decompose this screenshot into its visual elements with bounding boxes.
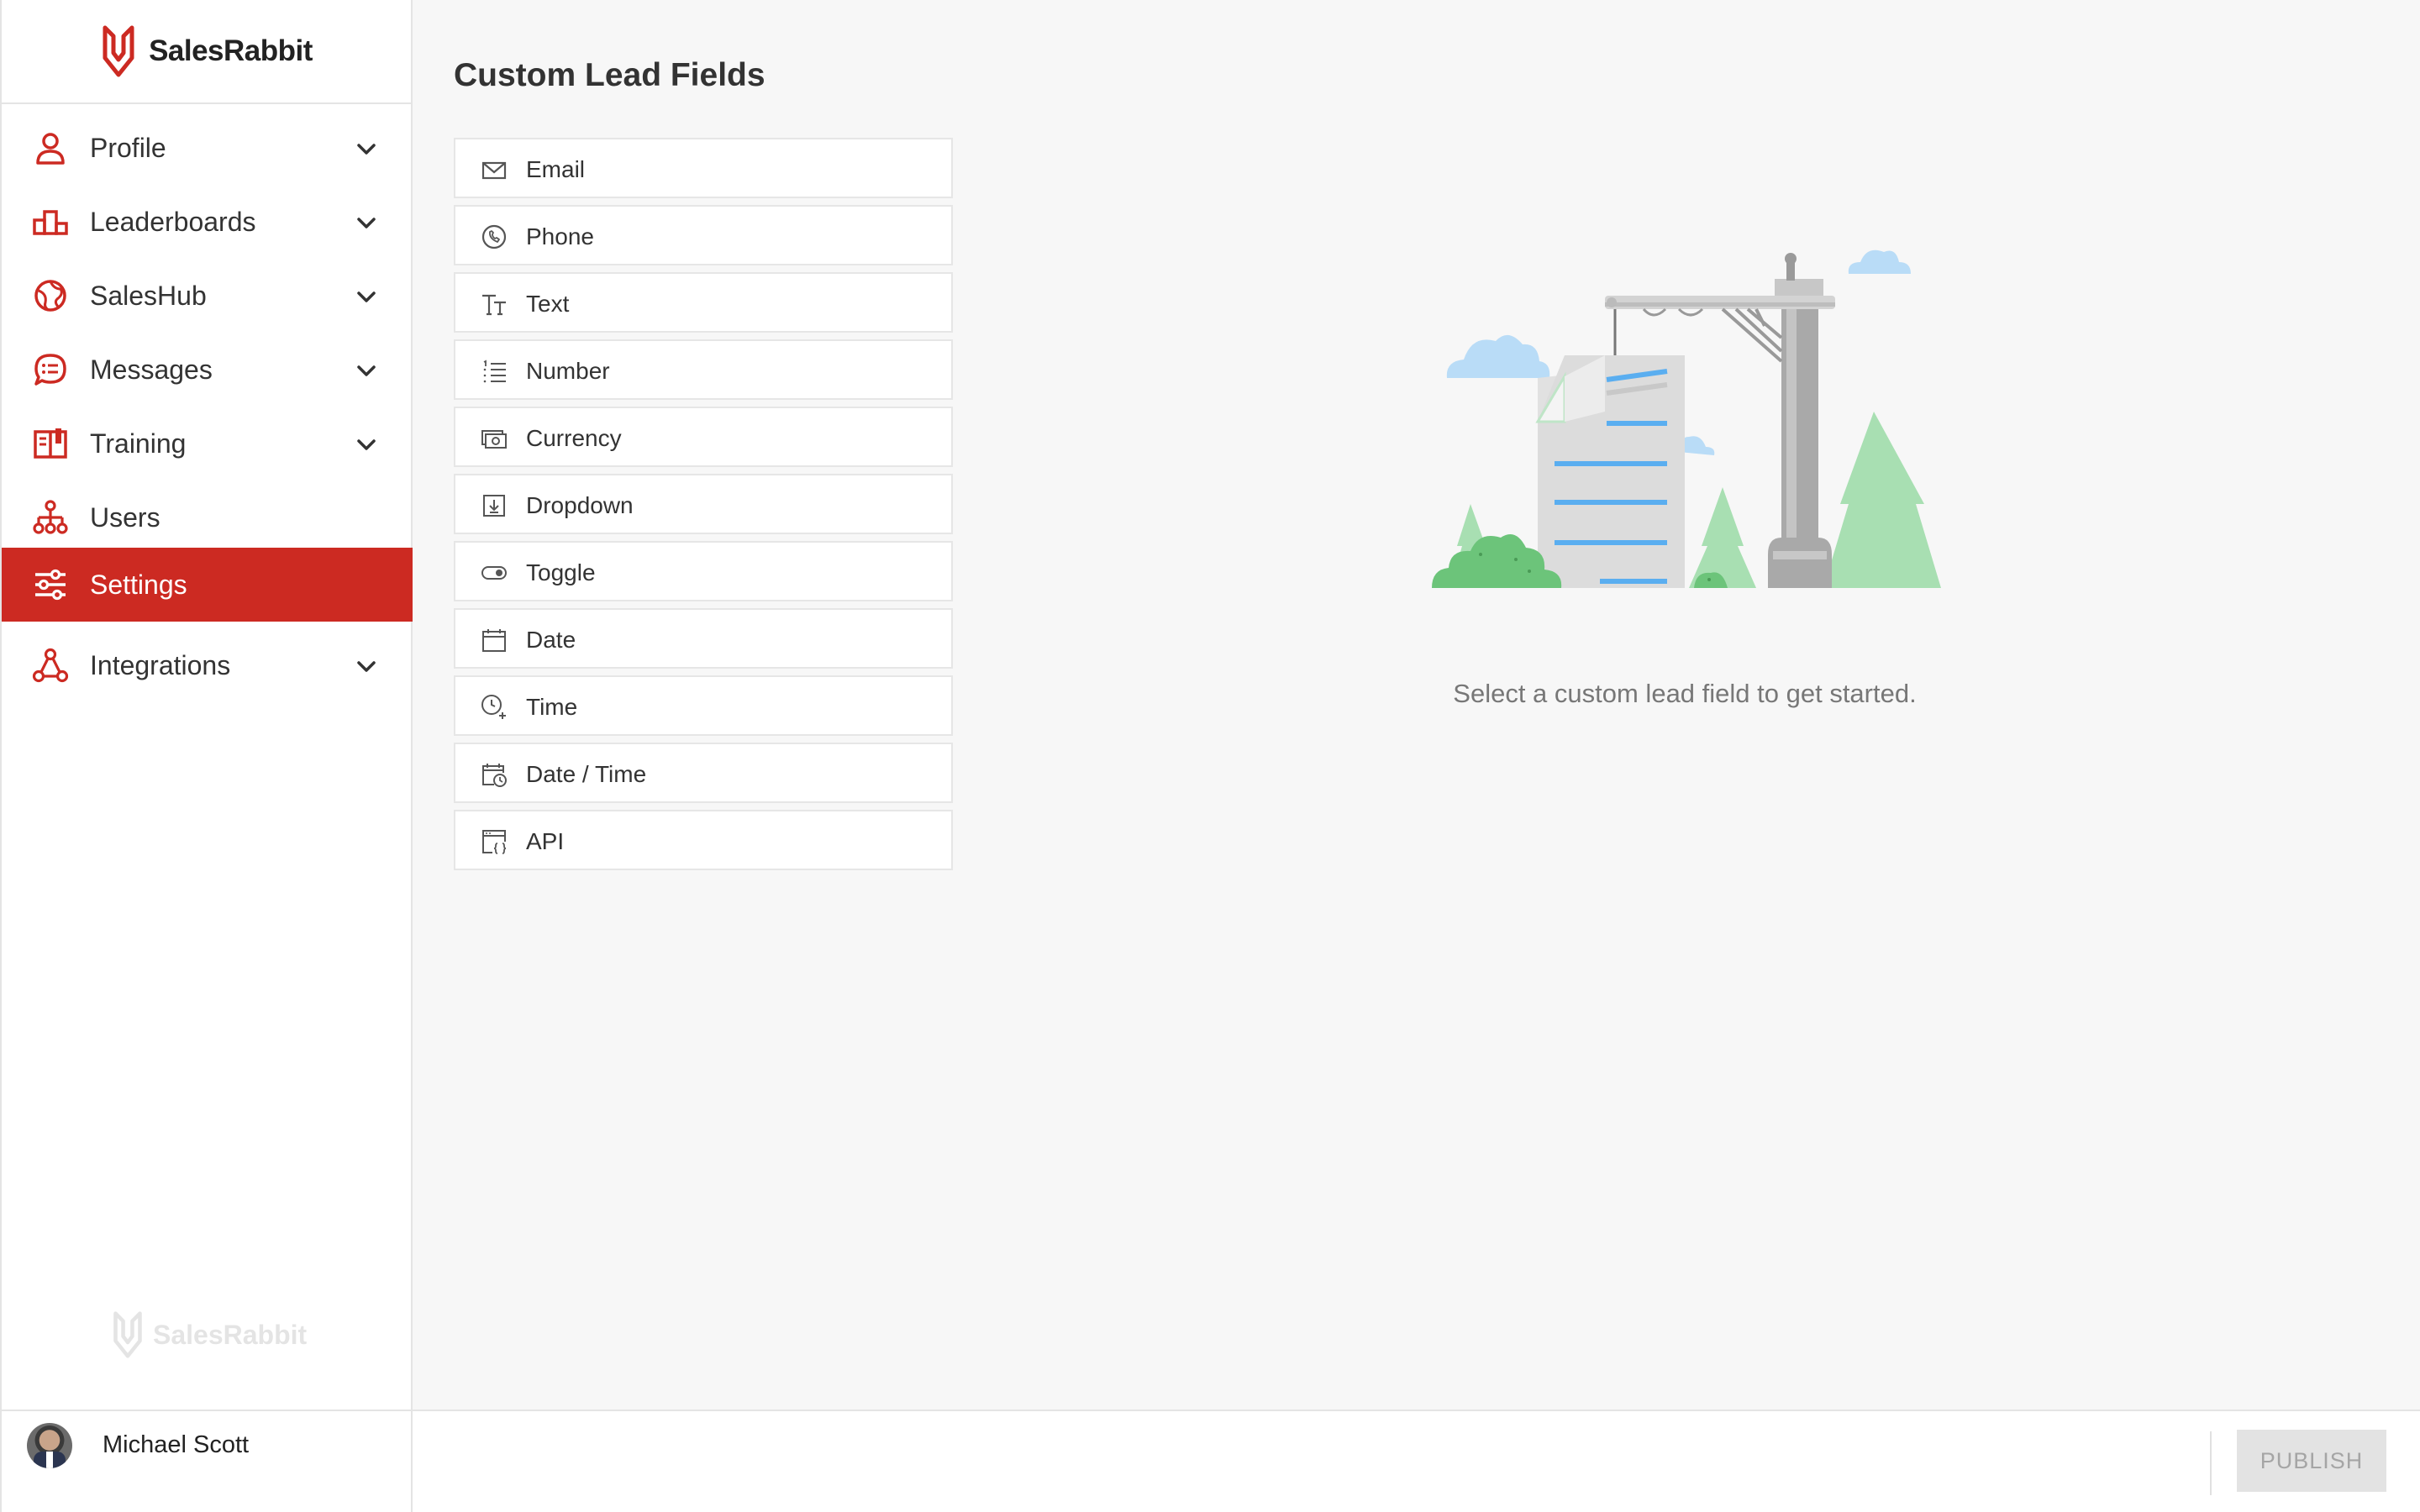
calendar-icon (482, 629, 506, 652)
sidebar-item-training[interactable]: Training (2, 407, 413, 480)
sidebar-item-label: Leaderboards (90, 206, 256, 237)
avatar[interactable] (27, 1423, 72, 1468)
toggle-icon (481, 566, 507, 580)
download-box-icon (483, 495, 505, 517)
field-item-date-time[interactable]: Date / Time (454, 743, 953, 803)
brand-name: SalesRabbit (149, 34, 313, 67)
sidebar: SalesRabbit Profile Leaderboards SalesHu… (0, 0, 413, 1410)
construction-illustration (1432, 249, 1941, 588)
chevron-down-icon[interactable] (353, 654, 380, 680)
field-label: Date / Time (526, 761, 647, 787)
chevron-down-icon[interactable] (353, 136, 380, 163)
person-icon (36, 133, 65, 165)
envelope-icon (481, 161, 507, 180)
org-chart-icon (33, 500, 68, 534)
sidebar-item-saleshub[interactable]: SalesHub (2, 259, 413, 333)
field-label: Time (526, 694, 578, 720)
sidebar-item-label: Training (90, 428, 187, 459)
globe-icon (34, 280, 66, 312)
salesrabbit-logo-icon (113, 1311, 142, 1358)
chevron-down-icon[interactable] (353, 432, 380, 459)
footer-divider (2210, 1431, 2212, 1495)
field-item-text[interactable]: Text (454, 272, 953, 333)
nodes-icon (32, 648, 69, 683)
salesrabbit-logo-icon (103, 25, 134, 77)
brand-header: SalesRabbit (2, 0, 411, 104)
footer-bar: Michael Scott PUBLISH (0, 1410, 2420, 1512)
user-profile-area[interactable]: Michael Scott (0, 1411, 413, 1512)
text-size-icon (482, 294, 506, 316)
sidebar-item-label: Messages (90, 354, 213, 385)
empty-state-message: Select a custom lead field to get starte… (1453, 679, 1917, 708)
numbered-list-icon (483, 360, 506, 383)
field-item-dropdown[interactable]: Dropdown (454, 474, 953, 534)
field-label: Phone (526, 223, 594, 249)
sidebar-item-label: Profile (90, 132, 166, 163)
sidebar-watermark: SalesRabbit (111, 1310, 307, 1359)
sidebar-item-messages[interactable]: Messages (2, 333, 413, 407)
sidebar-item-label: Users (90, 501, 160, 533)
sidebar-item-label: Settings (90, 569, 187, 600)
field-item-time[interactable]: Time (454, 675, 953, 736)
chat-bubble-icon (34, 354, 66, 386)
book-icon (34, 428, 67, 459)
watermark-text: SalesRabbit (153, 1319, 308, 1350)
sidebar-item-profile[interactable]: Profile (2, 111, 413, 185)
page-title: Custom Lead Fields (454, 57, 765, 93)
field-label: Toggle (526, 559, 596, 585)
calendar-clock-icon (482, 764, 507, 787)
sidebar-item-users[interactable]: Users (2, 480, 413, 554)
field-item-api[interactable]: API (454, 810, 953, 870)
chevron-down-icon[interactable] (353, 210, 380, 237)
publish-button[interactable]: PUBLISH (2237, 1430, 2386, 1492)
field-label: Number (526, 358, 610, 384)
field-label: Currency (526, 425, 622, 451)
user-name: Michael Scott (103, 1431, 250, 1458)
chevron-down-icon[interactable] (353, 284, 380, 311)
field-label: Date (526, 627, 576, 653)
code-window-icon (482, 830, 507, 854)
field-label: Dropdown (526, 492, 634, 518)
clock-plus-icon (481, 695, 506, 719)
field-item-number[interactable]: Number (454, 339, 953, 400)
podium-icon (33, 210, 68, 235)
cash-icon (481, 430, 507, 449)
sliders-icon (35, 569, 66, 601)
chevron-down-icon[interactable] (353, 358, 380, 385)
field-label: Email (526, 156, 586, 182)
field-item-currency[interactable]: Currency (454, 407, 953, 467)
sidebar-item-label: SalesHub (90, 280, 207, 311)
sidebar-item-label: Integrations (90, 649, 231, 680)
field-item-date[interactable]: Date (454, 608, 953, 669)
field-item-toggle[interactable]: Toggle (454, 541, 953, 601)
sidebar-item-integrations[interactable]: Integrations (2, 628, 413, 702)
phone-icon (481, 224, 507, 249)
field-label: API (526, 828, 565, 854)
field-label: Text (526, 291, 570, 317)
avatar-shirt (46, 1452, 53, 1468)
field-item-phone[interactable]: Phone (454, 205, 953, 265)
sidebar-item-settings[interactable]: Settings (2, 548, 413, 622)
sidebar-item-leaderboards[interactable]: Leaderboards (2, 185, 413, 259)
field-item-email[interactable]: Email (454, 138, 953, 198)
